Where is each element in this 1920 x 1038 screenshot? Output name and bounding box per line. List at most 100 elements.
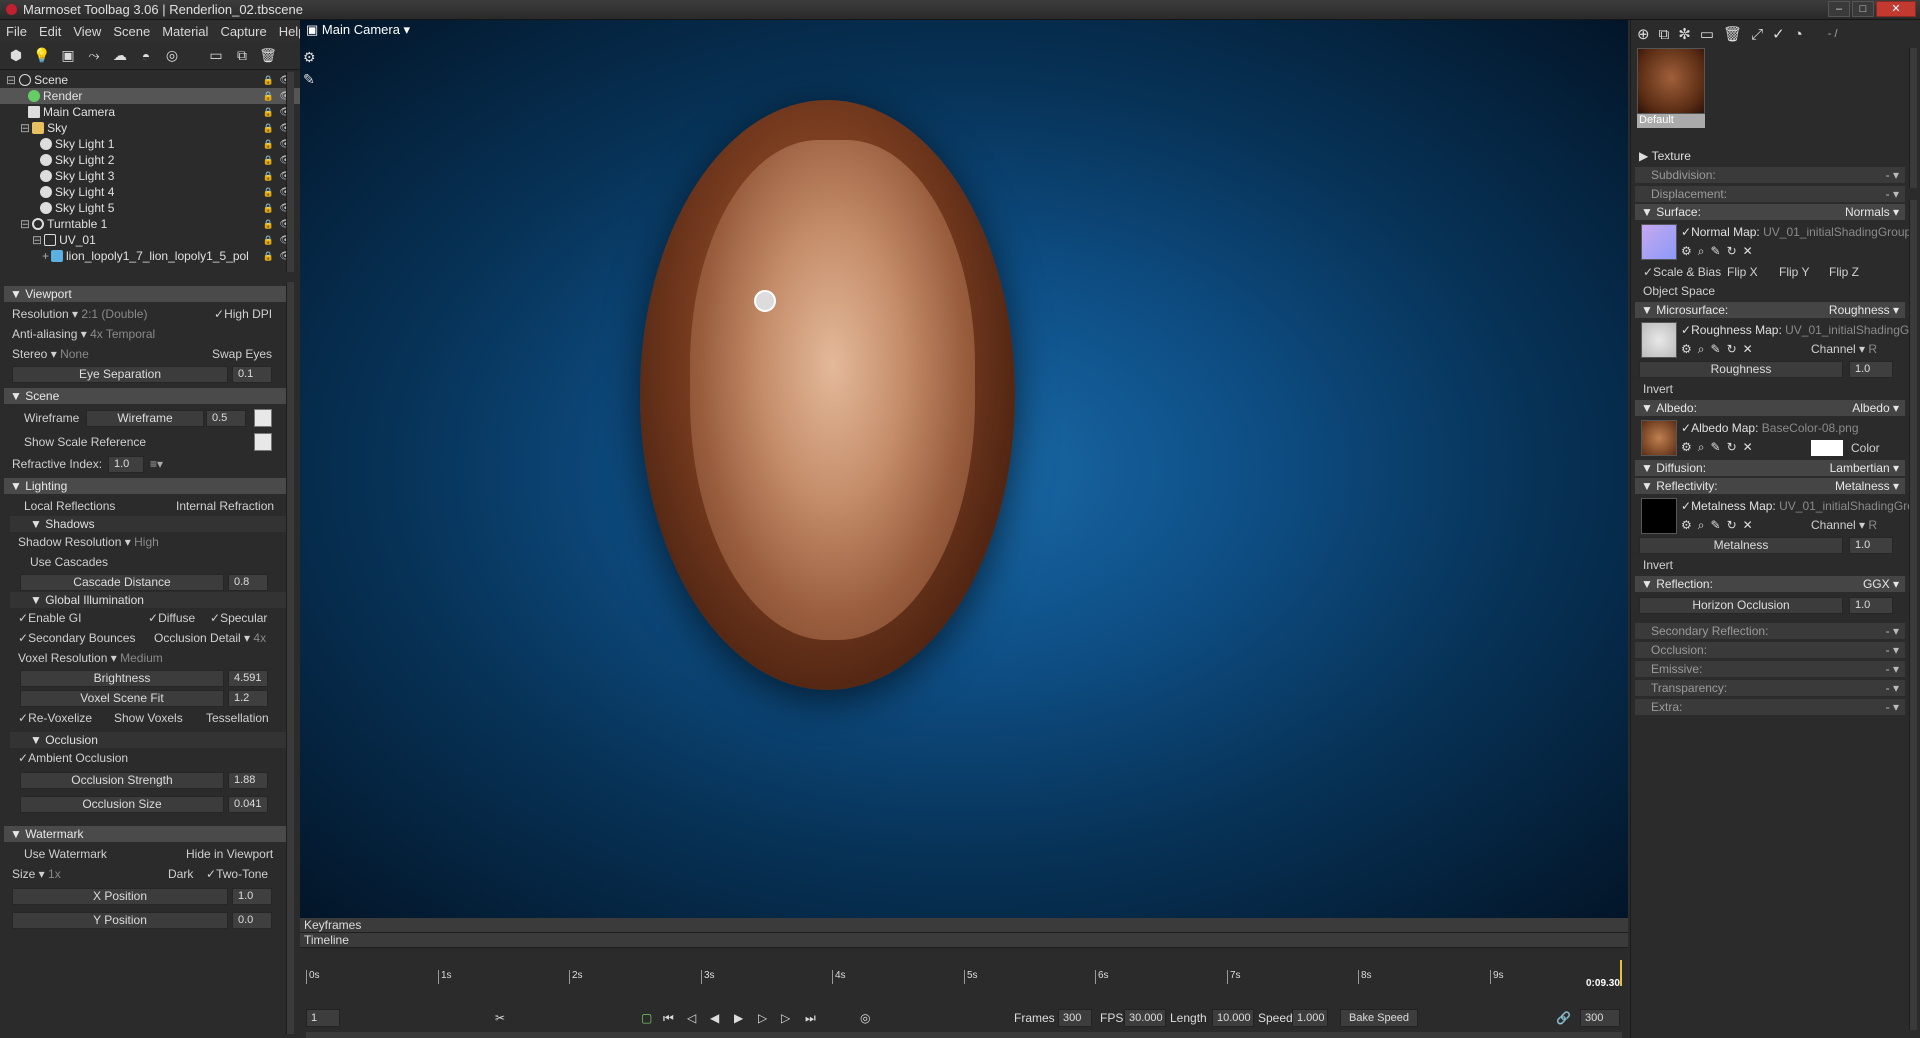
metalness-map-thumbnail[interactable]	[1641, 498, 1677, 534]
revoxelize-checkbox[interactable]: ✓Re-Voxelize	[18, 711, 92, 725]
voxel-fit-value[interactable]: 1.2	[228, 689, 268, 707]
edit-icon[interactable]: ✎	[1711, 518, 1727, 532]
material-library-icon[interactable]: ✼	[1678, 25, 1691, 43]
use-cascades-checkbox[interactable]: Use Cascades	[30, 555, 108, 569]
hide-in-viewport-checkbox[interactable]: Hide in Viewport	[186, 847, 273, 861]
roughness-channel[interactable]: Channel ▾ R	[1811, 342, 1877, 356]
reflectivity-dropdown[interactable]: Metalness	[1835, 479, 1890, 493]
shadows-header[interactable]: ▼ Shadows	[10, 516, 290, 532]
secondary-bounces-checkbox[interactable]: ✓Secondary Bounces	[18, 631, 135, 645]
lock-icon[interactable]: 🔒	[263, 235, 274, 246]
show-voxels-checkbox[interactable]: Show Voxels	[114, 711, 183, 725]
speed-icon[interactable]: ◎	[860, 1011, 870, 1025]
scissors-icon[interactable]: ✂	[495, 1011, 505, 1025]
subdivision-row[interactable]: Subdivision: - ▾	[1635, 167, 1905, 183]
watermark-section-header[interactable]: ▼ Watermark	[4, 826, 290, 842]
eye-separation-value[interactable]: 0.1	[232, 365, 272, 383]
roughness-map-file[interactable]: UV_01_initialShadingGr	[1785, 323, 1913, 337]
metalness-map-file[interactable]: UV_01_initialShadingGro	[1779, 499, 1914, 513]
normal-map-thumbnail[interactable]	[1641, 224, 1677, 260]
voxel-fit-slider[interactable]: Voxel Scene Fit	[20, 689, 224, 707]
lock-icon[interactable]: 🔒	[263, 75, 274, 86]
scale-bias-checkbox[interactable]: ✓Scale & Bias	[1643, 265, 1721, 279]
roughness-slider[interactable]: Roughness	[1639, 361, 1843, 378]
two-tone-checkbox[interactable]: ✓Two-Tone	[206, 867, 268, 881]
albedo-dropdown[interactable]: Albedo	[1852, 401, 1889, 415]
brightness-value[interactable]: 4.591	[228, 669, 268, 687]
diffuse-checkbox[interactable]: ✓Diffuse	[148, 611, 195, 625]
add-shadow-catcher-icon[interactable]: ◓	[136, 46, 156, 66]
surface-dropdown[interactable]: Normals	[1845, 205, 1890, 219]
fps-field[interactable]: 30.000	[1124, 1009, 1166, 1027]
lock-icon[interactable]: 🔒	[263, 139, 274, 150]
roughness-map-thumbnail[interactable]	[1641, 322, 1677, 358]
clear-icon[interactable]: ✕	[1743, 518, 1759, 532]
x-position-slider[interactable]: X Position	[12, 887, 228, 905]
skip-start-icon[interactable]: ⏮	[663, 1011, 674, 1026]
length-field[interactable]: 10.000	[1212, 1009, 1254, 1027]
brightness-slider[interactable]: Brightness	[20, 669, 224, 687]
roughness-value[interactable]: 1.0	[1849, 361, 1893, 378]
brush-icon[interactable]: ✎	[303, 68, 316, 90]
step-back-icon[interactable]: ◀	[710, 1011, 719, 1025]
diffusion-header[interactable]: ▼ Diffusion: Lambertian ▾	[1635, 460, 1905, 476]
gear-icon[interactable]: ⚙	[303, 46, 316, 68]
internal-refraction-checkbox[interactable]: Internal Refraction	[176, 499, 274, 513]
aa-dropdown[interactable]: 4x Temporal	[90, 327, 155, 341]
lock-icon[interactable]: 🔒	[263, 219, 274, 230]
lock-icon[interactable]: 🔒	[263, 251, 274, 262]
lock-icon[interactable]: 🔒	[263, 187, 274, 198]
wireframe-value[interactable]: 0.5	[206, 409, 246, 427]
minimize-button[interactable]: ‒	[1828, 1, 1850, 17]
tree-item-main-camera[interactable]: Main Camera🔒👁	[0, 104, 300, 120]
tree-item-sky-light-5[interactable]: Sky Light 5🔒👁	[0, 200, 300, 216]
edit-icon[interactable]: ✎	[1711, 342, 1727, 356]
add-mesh-icon[interactable]: ⬢	[6, 46, 26, 66]
timeline-bar[interactable]: Timeline	[300, 933, 1628, 948]
keyframes-bar[interactable]: Keyframes	[300, 918, 1628, 933]
tree-item-sky[interactable]: ⊟Sky🔒👁	[0, 120, 300, 136]
search-icon[interactable]: ⌕	[1698, 342, 1711, 356]
maximize-button[interactable]: □	[1852, 1, 1874, 17]
transparency-row[interactable]: Transparency: - ▾	[1635, 680, 1905, 696]
folder-icon[interactable]: ▭	[1700, 25, 1714, 43]
voxel-res-dropdown[interactable]: Medium	[120, 651, 163, 665]
tree-item-sky-light-2[interactable]: Sky Light 2🔒👁	[0, 152, 300, 168]
use-watermark-checkbox[interactable]: Use Watermark	[24, 847, 107, 861]
microsurface-dropdown[interactable]: Roughness	[1829, 303, 1890, 317]
flip-z-checkbox[interactable]: Flip Z	[1829, 265, 1859, 279]
occlusion-size-slider[interactable]: Occlusion Size	[20, 795, 224, 813]
y-position-slider[interactable]: Y Position	[12, 911, 228, 929]
y-position-value[interactable]: 0.0	[232, 911, 272, 929]
surface-header[interactable]: ▼ Surface: Normals ▾	[1635, 204, 1905, 220]
metalness-slider[interactable]: Metalness	[1639, 537, 1843, 554]
tree-item-turntable[interactable]: ⊟Turntable 1🔒👁	[0, 216, 300, 232]
wireframe-checkbox[interactable]: Wireframe	[24, 411, 79, 425]
duplicate-material-icon[interactable]: ⧉	[1659, 26, 1670, 43]
reload-icon[interactable]: ↻	[1727, 440, 1743, 454]
tree-item-lion-mesh[interactable]: +lion_lopoly1_7_lion_lopoly1_5_pol🔒👁	[0, 248, 300, 264]
stereo-dropdown[interactable]: None	[60, 347, 89, 361]
size-dropdown[interactable]: 1x	[48, 867, 61, 881]
add-fog-icon[interactable]: ☁	[110, 46, 130, 66]
tree-item-scene[interactable]: ⊟Scene🔒👁	[0, 72, 300, 88]
edit-icon[interactable]: ✎	[1711, 440, 1727, 454]
assign-icon[interactable]: ✓	[1772, 25, 1785, 43]
high-dpi-checkbox[interactable]: ✓High DPI	[214, 307, 272, 321]
add-material-icon[interactable]: ⊕	[1637, 25, 1650, 43]
settings-icon[interactable]: ⚙	[1681, 342, 1698, 356]
lock-icon[interactable]: 🔒	[263, 171, 274, 182]
horizon-occlusion-slider[interactable]: Horizon Occlusion	[1639, 596, 1843, 614]
dark-checkbox[interactable]: Dark	[168, 867, 193, 881]
ambient-occlusion-checkbox[interactable]: ✓Ambient Occlusion	[18, 751, 128, 765]
albedo-map-thumbnail[interactable]	[1641, 420, 1677, 456]
reflection-dropdown[interactable]: GGX	[1863, 577, 1890, 591]
delete-icon[interactable]: 🗑	[258, 46, 278, 66]
microsurface-header[interactable]: ▼ Microsurface: Roughness ▾	[1635, 302, 1905, 318]
show-scale-checkbox[interactable]: Show Scale Reference	[24, 435, 146, 449]
gauge-icon[interactable]: ◔	[1794, 26, 1803, 43]
reload-icon[interactable]: ↻	[1727, 342, 1743, 356]
reload-icon[interactable]: ↻	[1727, 244, 1743, 258]
play-icon[interactable]: ▶	[734, 1011, 743, 1025]
prev-key-icon[interactable]: ◁	[687, 1011, 696, 1025]
